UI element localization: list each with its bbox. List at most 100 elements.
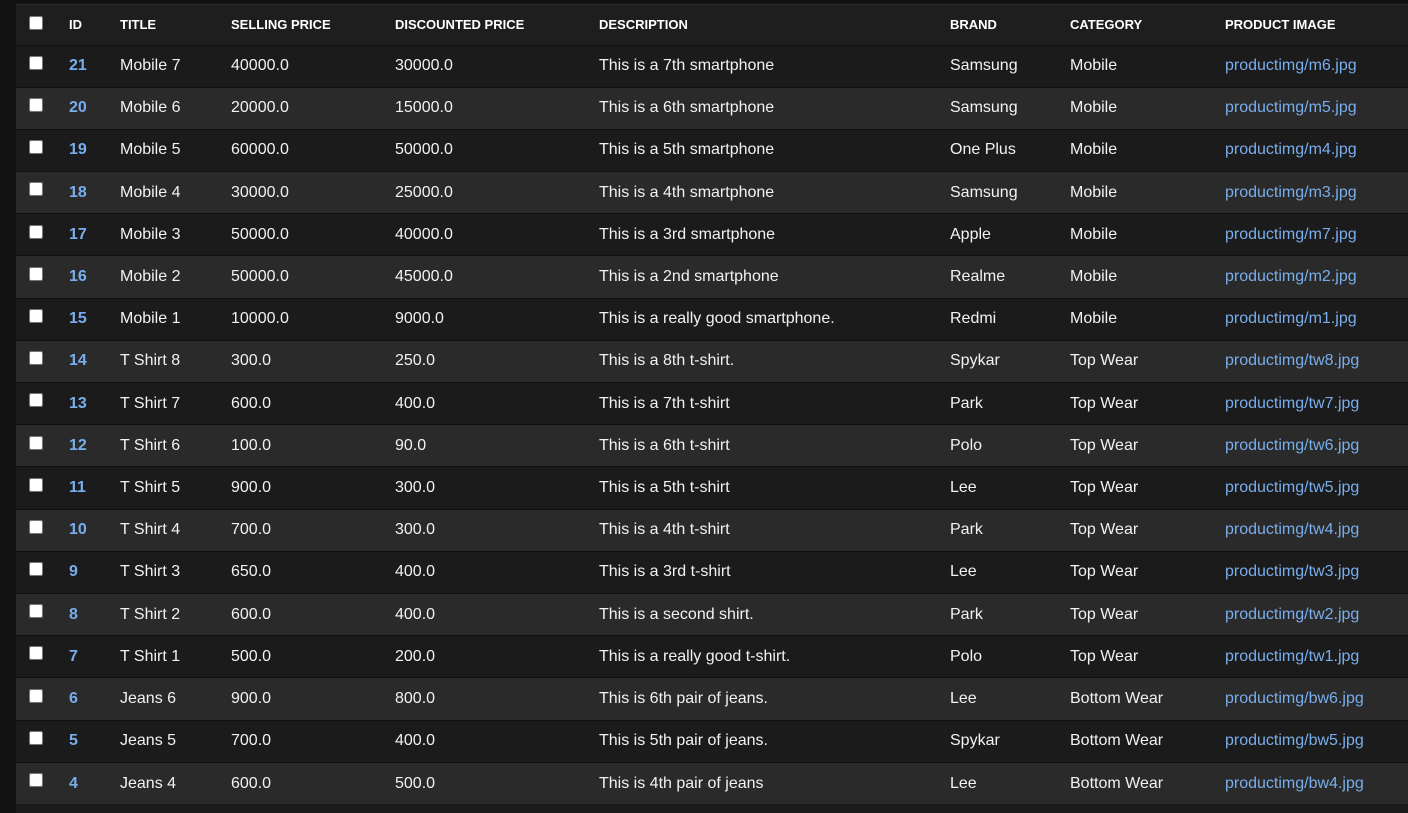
row-id-link[interactable]: 16 — [69, 268, 87, 285]
product-image-link[interactable]: productimg/m7.jpg — [1225, 226, 1357, 243]
row-checkbox[interactable] — [29, 266, 43, 281]
cell-id: 7 — [69, 636, 120, 678]
row-id-link[interactable]: 6 — [69, 690, 78, 707]
product-image-link[interactable]: productimg/m2.jpg — [1225, 268, 1357, 285]
product-image-link[interactable]: productimg/m3.jpg — [1225, 184, 1357, 201]
cell-category: Mobile — [1070, 310, 1118, 328]
row-id-link[interactable]: 20 — [69, 99, 87, 116]
cell-description: This is a 3rd t-shirt — [599, 563, 731, 581]
product-image-link[interactable]: productimg/m4.jpg — [1225, 141, 1357, 158]
select-all-checkbox[interactable] — [29, 15, 43, 30]
row-id-link[interactable]: 5 — [69, 732, 78, 749]
column-header-category[interactable]: CATEGORY — [1070, 5, 1225, 46]
product-image-link[interactable]: productimg/tw8.jpg — [1225, 352, 1359, 369]
product-image-link[interactable]: productimg/m5.jpg — [1225, 99, 1357, 116]
cell-category: Top Wear — [1070, 605, 1139, 623]
row-checkbox[interactable] — [29, 435, 43, 450]
product-image-link[interactable]: productimg/tw2.jpg — [1225, 606, 1359, 623]
row-checkbox[interactable] — [29, 646, 43, 661]
row-checkbox[interactable] — [29, 730, 43, 745]
row-checkbox[interactable] — [29, 351, 43, 366]
cell-description: This is 4th pair of jeans — [599, 774, 764, 792]
row-checkbox[interactable] — [29, 182, 43, 197]
row-checkbox[interactable] — [29, 688, 43, 703]
product-image-link[interactable]: productimg/m6.jpg — [1225, 57, 1357, 74]
header-row: ID TITLE SELLING PRICE DISCOUNTED PRICE … — [16, 5, 1408, 46]
column-header-id[interactable]: ID — [69, 5, 120, 46]
cell-id: 4 — [69, 762, 120, 804]
cell-product-image: productimg/tw4.jpg — [1225, 509, 1408, 551]
product-image-link[interactable]: productimg/bw4.jpg — [1225, 775, 1364, 792]
row-id-link[interactable]: 17 — [69, 226, 87, 243]
cell-category: Bottom Wear — [1070, 774, 1164, 792]
row-id-link[interactable]: 19 — [69, 141, 87, 158]
cell-selling-price: 20000.0 — [231, 99, 289, 117]
row-id-link[interactable]: 13 — [69, 395, 87, 412]
product-image-link[interactable]: productimg/tw4.jpg — [1225, 521, 1359, 538]
row-id-link[interactable]: 21 — [69, 57, 87, 74]
row-checkbox[interactable] — [29, 308, 43, 323]
row-checkbox-cell — [16, 129, 69, 171]
product-image-link[interactable]: productimg/m1.jpg — [1225, 310, 1357, 327]
row-checkbox[interactable] — [29, 55, 43, 70]
product-image-link[interactable]: productimg/tw5.jpg — [1225, 479, 1359, 496]
row-id-link[interactable]: 11 — [69, 479, 86, 496]
column-header-discounted-price[interactable]: DISCOUNTED PRICE — [395, 5, 599, 46]
row-id-link[interactable]: 14 — [69, 352, 87, 369]
cell-product-image: productimg/bw6.jpg — [1225, 678, 1408, 720]
cell-title: Mobile 6 — [120, 99, 181, 117]
cell-selling-price: 700.0 — [231, 732, 272, 750]
row-checkbox[interactable] — [29, 98, 43, 113]
cell-brand: Samsung — [950, 57, 1018, 75]
product-image-link[interactable]: productimg/tw3.jpg — [1225, 563, 1359, 580]
cell-title: Jeans 5 — [120, 732, 177, 750]
product-image-link[interactable]: productimg/tw6.jpg — [1225, 437, 1359, 454]
product-image-link[interactable]: productimg/bw6.jpg — [1225, 690, 1364, 707]
row-id-link[interactable]: 4 — [69, 775, 78, 792]
results-table: ID TITLE SELLING PRICE DISCOUNTED PRICE … — [16, 5, 1408, 805]
cell-id: 13 — [69, 383, 120, 425]
row-id-link[interactable]: 10 — [69, 521, 87, 538]
cell-product-image: productimg/m1.jpg — [1225, 298, 1408, 340]
cell-category: Mobile — [1070, 268, 1118, 286]
row-id-link[interactable]: 15 — [69, 310, 87, 327]
table-row: 17 Mobile 3 50000.0 40000.0 This is a 3rd sm… — [16, 213, 1408, 256]
row-id-link[interactable]: 12 — [69, 437, 87, 454]
cell-title: Mobile 4 — [120, 183, 181, 201]
row-id-link[interactable]: 7 — [69, 648, 78, 665]
cell-description: This is a 2nd smartphone — [599, 268, 779, 286]
cell-product-image: productimg/m3.jpg — [1225, 172, 1408, 214]
column-header-title[interactable]: TITLE — [120, 5, 231, 46]
row-checkbox[interactable] — [29, 773, 43, 788]
product-image-link[interactable]: productimg/tw1.jpg — [1225, 648, 1359, 665]
product-image-link[interactable]: productimg/tw7.jpg — [1225, 395, 1359, 412]
row-checkbox-cell — [16, 551, 69, 593]
cell-selling-price: 900.0 — [231, 689, 272, 707]
row-checkbox[interactable] — [29, 140, 43, 155]
table-row: 8 T Shirt 2 600.0 400.0 This is a second shi… — [16, 593, 1408, 636]
cell-category: Bottom Wear — [1070, 732, 1164, 750]
cell-selling-price: 100.0 — [231, 436, 272, 454]
cell-description: This is a 7th smartphone — [599, 57, 775, 75]
row-id-link[interactable]: 18 — [69, 184, 87, 201]
table-header: ID TITLE SELLING PRICE DISCOUNTED PRICE … — [16, 5, 1408, 46]
cell-category: Mobile — [1070, 141, 1118, 159]
row-id-link[interactable]: 9 — [69, 563, 78, 580]
row-checkbox[interactable] — [29, 604, 43, 619]
row-checkbox[interactable] — [29, 562, 43, 577]
cell-title: Mobile 2 — [120, 268, 181, 286]
row-checkbox[interactable] — [29, 519, 43, 534]
row-checkbox[interactable] — [29, 224, 43, 239]
row-checkbox[interactable] — [29, 477, 43, 492]
cell-category: Top Wear — [1070, 394, 1139, 412]
row-checkbox[interactable] — [29, 393, 43, 408]
column-header-product-image[interactable]: PRODUCT IMAGE — [1225, 5, 1408, 46]
cell-id: 12 — [69, 425, 120, 467]
cell-selling-price: 700.0 — [231, 521, 272, 539]
cell-description: This is a 5th t-shirt — [599, 478, 730, 496]
column-header-description[interactable]: DESCRIPTION — [599, 5, 950, 46]
column-header-selling-price[interactable]: SELLING PRICE — [231, 5, 395, 46]
product-image-link[interactable]: productimg/bw5.jpg — [1225, 732, 1364, 749]
row-id-link[interactable]: 8 — [69, 606, 78, 623]
column-header-brand[interactable]: BRAND — [950, 5, 1070, 46]
